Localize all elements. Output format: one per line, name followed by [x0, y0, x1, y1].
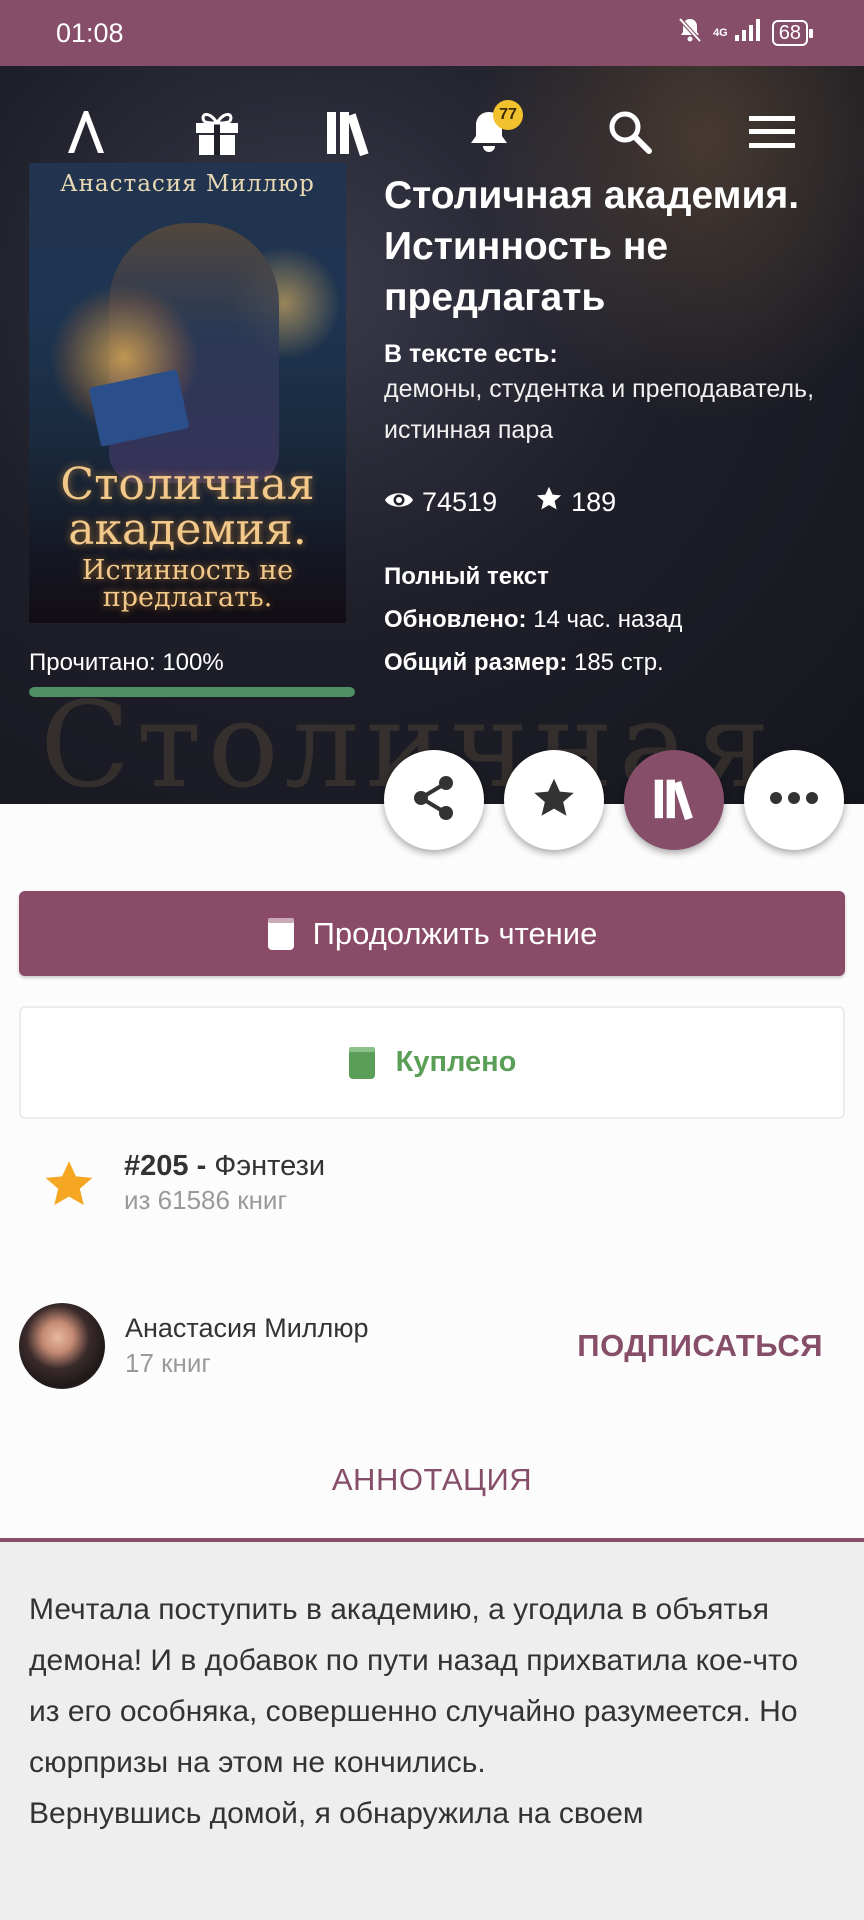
cover-title-line: предлагать.	[102, 582, 273, 614]
cover-title-line: Истинность не	[81, 554, 294, 586]
more-button[interactable]	[744, 750, 844, 850]
status-bar: 01:08 4G 68	[0, 0, 864, 66]
network-type: 4G	[713, 26, 728, 39]
menu-icon[interactable]	[742, 102, 802, 162]
genre-rating[interactable]: #205 - Фэнтези из 61586 книг	[42, 1150, 325, 1216]
views-stat: 74519	[384, 487, 497, 518]
updated-label: Обновлено:	[384, 606, 527, 633]
rank-info: #205 - Фэнтези из 61586 книг	[124, 1150, 325, 1216]
more-icon	[769, 791, 819, 810]
cover-title: Столичная академия. Истинность не предла…	[29, 459, 346, 614]
updated-row: Обновлено: 14 час. назад	[384, 598, 854, 641]
author-info[interactable]: Анастасия Миллюр 17 книг	[125, 1313, 577, 1379]
book-icon	[348, 1046, 376, 1080]
read-progress-label: Прочитано: 100%	[29, 649, 224, 676]
library-icon	[651, 776, 697, 825]
size-value: 185 стр.	[573, 649, 664, 676]
annotation-paragraph: Вернувшись домой, я обнаружила на своем	[29, 1797, 644, 1830]
rank-star-icon	[42, 1158, 96, 1215]
library-button[interactable]	[624, 750, 724, 850]
cover-title-line: Столичная	[60, 459, 315, 510]
eye-icon	[384, 487, 414, 518]
author-row: Анастасия Миллюр 17 книг ПОДПИСАТЬСЯ	[19, 1303, 845, 1389]
battery-level: 68	[771, 20, 814, 46]
book-actions	[384, 750, 844, 850]
size-label: Общий размер:	[384, 649, 568, 676]
rank-total: из 61586 книг	[124, 1185, 287, 1215]
status-icons: 4G 68	[677, 16, 814, 51]
read-progress-fill	[29, 687, 355, 697]
likes-stat: 189	[535, 485, 616, 519]
rank-number: #205 -	[124, 1150, 207, 1182]
updated-value: 14 час. назад	[533, 606, 683, 633]
share-button[interactable]	[384, 750, 484, 850]
tab-annotation[interactable]: АННОТАЦИЯ	[0, 1462, 864, 1498]
book-title: Столичная академия. Истинность не предла…	[384, 174, 800, 319]
author-avatar[interactable]	[19, 1303, 105, 1389]
author-books-count: 17 книг	[125, 1348, 211, 1378]
continue-reading-button[interactable]: Продолжить чтение	[19, 891, 845, 976]
signal-icon	[734, 18, 762, 49]
book-meta: Полный текст Обновлено: 14 час. назад Об…	[384, 555, 854, 684]
book-tags[interactable]: демоны, студентка и преподаватель, истин…	[384, 369, 854, 451]
favorite-button[interactable]	[504, 750, 604, 850]
book-stats: 74519 189	[384, 485, 854, 519]
likes-count: 189	[571, 486, 617, 517]
library-icon[interactable]	[318, 102, 378, 162]
book-hero: Столичная 77 Анастасия Миллюр Столичная …	[0, 66, 864, 804]
book-status: Полный текст	[384, 555, 854, 598]
rank-genre: Фэнтези	[214, 1150, 326, 1182]
bought-label: Куплено	[395, 1046, 517, 1078]
star-icon	[535, 485, 563, 519]
book-icon	[267, 917, 295, 951]
top-navigation: 77	[0, 100, 864, 162]
book-info: Столичная академия. Истинность не предла…	[384, 170, 854, 684]
continue-label: Продолжить чтение	[312, 915, 598, 951]
notifications-badge: 77	[493, 100, 523, 130]
annotation-text: Мечтала поступить в академию, а угодила …	[0, 1542, 864, 1920]
gift-icon[interactable]	[187, 102, 247, 162]
views-count: 74519	[422, 486, 498, 517]
cover-title-line: академия.	[68, 503, 307, 555]
author-name: Анастасия Миллюр	[125, 1313, 369, 1343]
status-time: 01:08	[56, 17, 124, 48]
mute-icon	[677, 16, 703, 51]
book-cover[interactable]: Анастасия Миллюр Столичная академия. Ист…	[29, 163, 346, 623]
notifications-bell-icon[interactable]: 77	[459, 100, 523, 162]
book-page: 01:08 4G 68 Столичная 77 Анастасия Миллю…	[0, 0, 864, 1920]
subscribe-button[interactable]: ПОДПИСАТЬСЯ	[577, 1328, 823, 1364]
bought-button[interactable]: Куплено	[19, 1006, 845, 1119]
search-icon[interactable]	[600, 102, 660, 162]
size-row: Общий размер: 185 стр.	[384, 641, 854, 684]
status-text: Полный текст	[384, 563, 549, 590]
rank-line: #205 - Фэнтези	[124, 1150, 325, 1183]
logo-icon[interactable]	[56, 102, 116, 162]
annotation-paragraph: Мечтала поступить в академию, а угодила …	[29, 1593, 799, 1779]
share-icon	[408, 772, 460, 829]
cover-author: Анастасия Миллюр	[60, 171, 315, 197]
star-icon	[531, 776, 577, 825]
tags-label: В тексте есть:	[384, 340, 558, 368]
read-progress-bar	[29, 687, 355, 697]
